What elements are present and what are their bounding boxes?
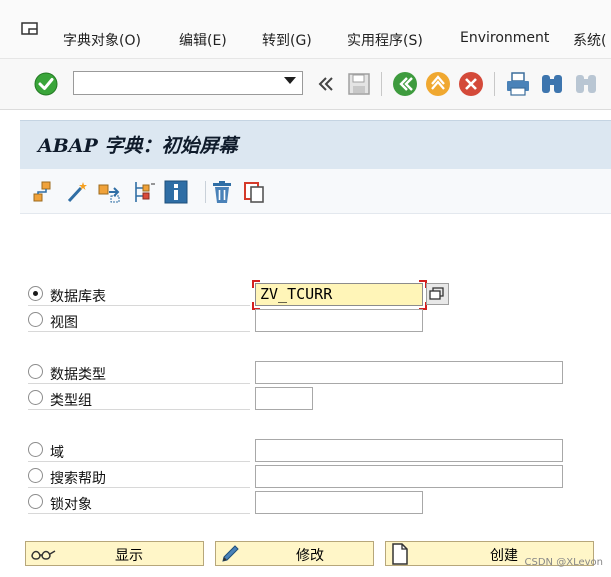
row-separator — [28, 461, 250, 462]
transfer-icon[interactable] — [97, 180, 121, 204]
row-separator — [28, 331, 250, 332]
copy-icon[interactable] — [242, 180, 266, 204]
back-icon[interactable] — [391, 70, 419, 98]
label-search-help: 搜索帮助 — [50, 471, 106, 487]
radio-button[interactable] — [28, 494, 43, 509]
new-document-icon — [392, 543, 408, 565]
label-lock-object: 锁对象 — [50, 497, 92, 513]
page-title: ABAP 字典：初始屏幕 — [38, 135, 238, 157]
label-type-group: 类型组 — [50, 393, 92, 409]
row-separator — [28, 383, 250, 384]
database-table-input[interactable]: ZV_TCURR — [255, 283, 423, 306]
cancel-icon[interactable] — [457, 70, 485, 98]
value-help-button[interactable] — [426, 283, 449, 305]
delete-icon[interactable] — [210, 180, 234, 204]
row-separator — [28, 487, 250, 488]
where-used-icon[interactable] — [131, 180, 155, 204]
type-group-input[interactable] — [255, 387, 313, 410]
display-button-label: 显示 — [115, 548, 143, 564]
row-separator — [28, 305, 250, 306]
watermark: CSDN @XLevon — [524, 557, 603, 568]
label-view: 视图 — [50, 315, 78, 331]
label-database-table: 数据库表 — [50, 289, 106, 305]
wizard-icon[interactable] — [65, 180, 89, 204]
lock-object-input[interactable] — [255, 491, 423, 514]
row-separator — [28, 409, 250, 410]
radio-button[interactable] — [28, 390, 43, 405]
radio-button[interactable] — [28, 312, 43, 327]
view-input[interactable] — [255, 309, 423, 332]
menu-edit[interactable]: 编辑(E) — [179, 30, 227, 50]
value-help-icon — [429, 287, 444, 300]
domain-input[interactable] — [255, 439, 563, 462]
find-next-icon[interactable] — [572, 70, 600, 98]
enter-icon[interactable] — [32, 70, 60, 98]
radio-button[interactable] — [28, 442, 43, 457]
focus-corner — [252, 280, 260, 288]
data-type-input[interactable] — [255, 361, 563, 384]
hierarchy-icon[interactable] — [32, 180, 56, 204]
toolbar-separator — [494, 72, 495, 96]
menu-system[interactable]: 系统( — [573, 30, 606, 50]
print-icon[interactable] — [504, 70, 532, 98]
display-button[interactable]: 显示 — [25, 541, 204, 566]
create-button-label: 创建 — [490, 548, 518, 564]
pencil-icon — [222, 545, 239, 562]
change-button[interactable]: 修改 — [215, 541, 374, 566]
radio-button[interactable] — [28, 364, 43, 379]
row-separator — [28, 513, 250, 514]
exit-icon[interactable] — [424, 70, 452, 98]
radio-button[interactable] — [28, 468, 43, 483]
find-icon[interactable] — [538, 70, 566, 98]
command-field[interactable] — [73, 71, 303, 95]
save-icon[interactable] — [345, 70, 373, 98]
info-icon[interactable] — [164, 180, 188, 204]
app-toolbar-separator — [205, 181, 206, 203]
menu-goto[interactable]: 转到(G) — [262, 30, 312, 50]
menu-dictionary-object[interactable]: 字典对象(O) — [63, 30, 141, 50]
search-help-input[interactable] — [255, 465, 563, 488]
change-button-label: 修改 — [296, 548, 324, 564]
label-domain: 域 — [50, 445, 64, 461]
command-dropdown-icon[interactable] — [284, 77, 296, 84]
menu-utilities[interactable]: 实用程序(S) — [347, 30, 423, 50]
label-data-type: 数据类型 — [50, 367, 106, 383]
system-menu-icon[interactable] — [20, 20, 42, 40]
radio-button-selected[interactable] — [28, 286, 43, 301]
menu-environment[interactable]: Environment — [460, 30, 549, 46]
glasses-icon — [31, 550, 56, 560]
toolbar-separator — [381, 72, 382, 96]
radio-dot — [33, 291, 38, 296]
collapse-icon[interactable] — [312, 70, 340, 98]
